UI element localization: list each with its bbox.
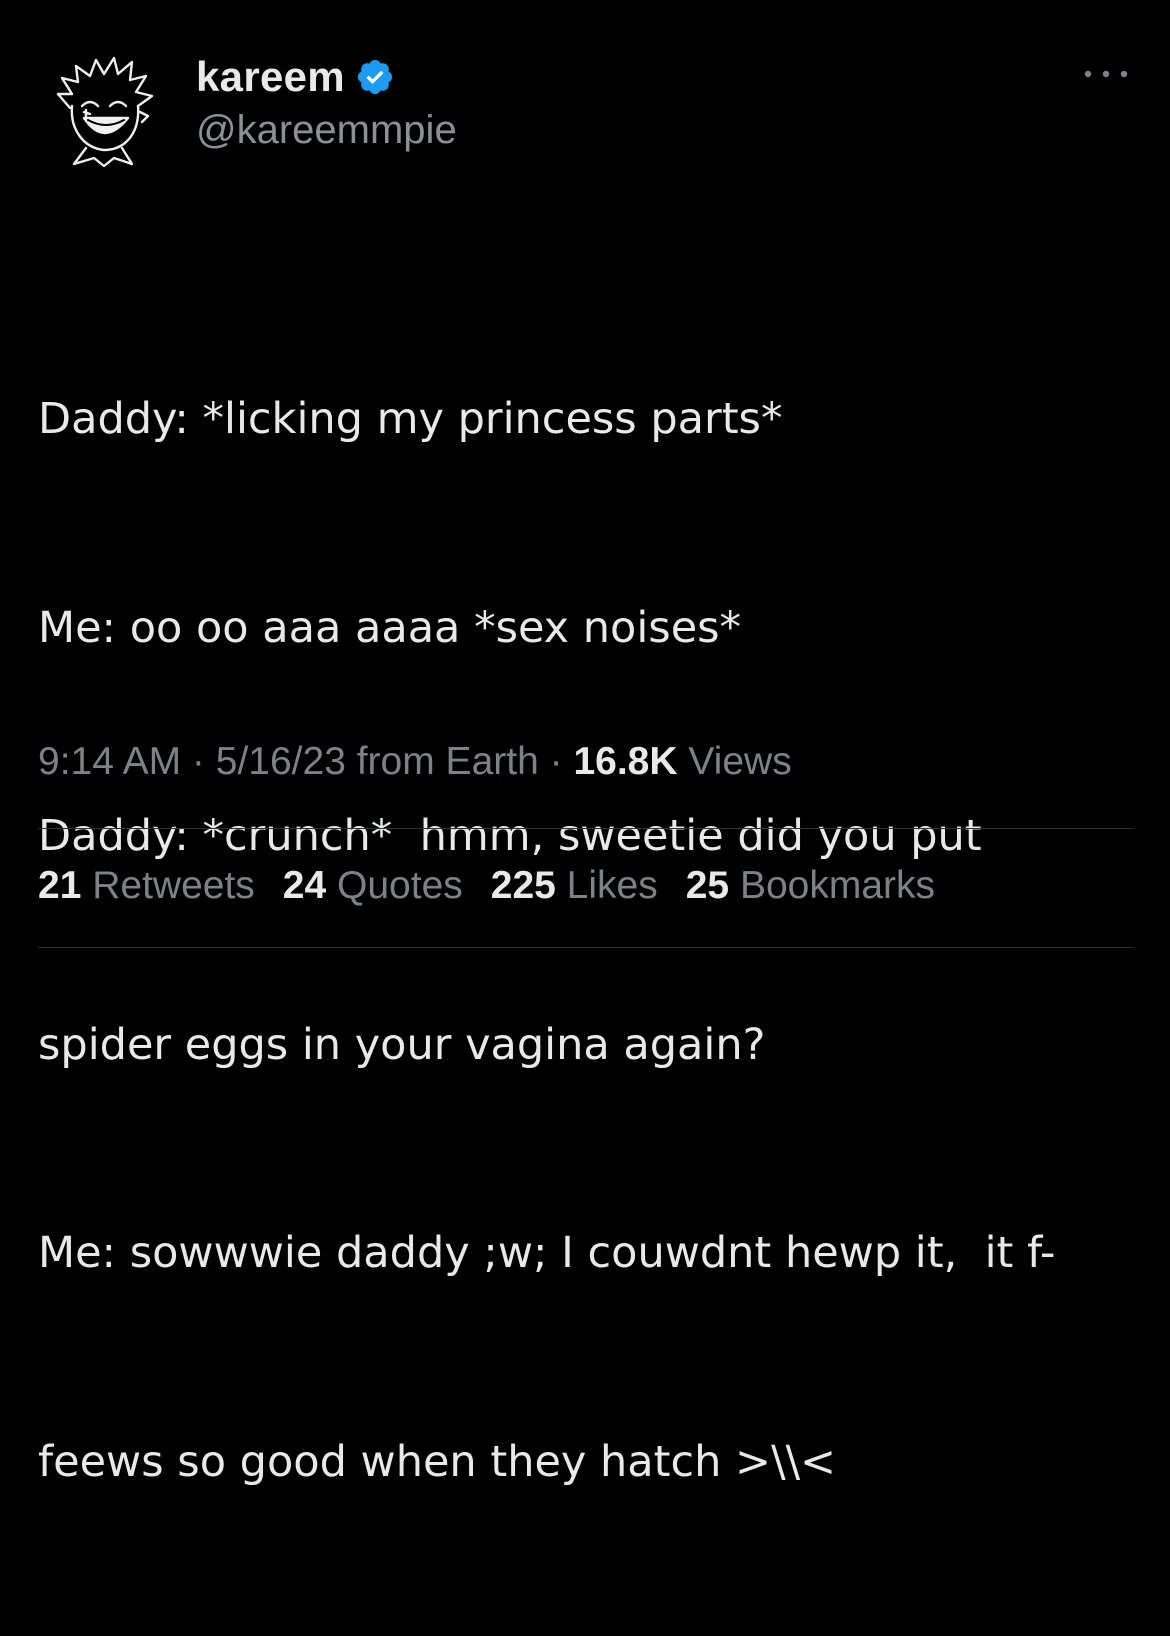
likes-count: 225 [490,864,556,907]
tweet-meta: 9:14 AM · 5/16/23 from Earth · 16.8K Vie… [38,740,792,784]
bookmarks-count: 25 [685,864,730,907]
tweet-text: Daddy: *licking my princess parts* Me: o… [38,246,1138,1636]
bookmarks-label: Bookmarks [729,864,936,907]
display-name-row: kareem [196,52,457,102]
handle[interactable]: @kareemmpie [196,108,457,153]
engagement-stats: 21 Retweets 24 Quotes 225 Likes 25 Bookm… [38,864,963,908]
tweet-line: Me: sowwwie daddy ;w; I couwdnt hewp it,… [38,1228,1056,1278]
likes-stat[interactable]: 225 Likes [491,864,658,908]
author-block: kareem @kareemmpie [196,52,457,153]
divider [38,947,1134,948]
tweet-line: Daddy: *crunch* hmm, sweetie did you put [38,811,982,861]
quotes-count: 24 [282,864,327,907]
quotes-label: Quotes [326,864,463,907]
tweet-time[interactable]: 9:14 AM [38,740,181,783]
divider [38,828,1134,829]
retweets-stat[interactable]: 21 Retweets [38,864,255,908]
tweet-line: Daddy: *licking my princess parts* [38,394,783,444]
views-label: Views [677,740,792,783]
meta-separator: · [538,740,574,783]
tweet-line: feews so good when they hatch >\\< [38,1436,837,1487]
retweets-count: 21 [38,864,82,907]
avatar[interactable] [48,50,160,168]
bookmarks-stat[interactable]: 25 Bookmarks [686,864,935,908]
tweet-location: from Earth [345,740,539,783]
more-options-icon[interactable] [1080,62,1132,86]
tweet-card: kareem @kareemmpie Daddy: *licking my pr… [0,0,1170,1487]
likes-label: Likes [555,864,658,907]
verified-badge-icon [357,59,393,95]
tweet-line: Me: oo oo aaa aaaa *sex noises* [38,602,742,653]
quotes-stat[interactable]: 24 Quotes [283,864,463,908]
views-count: 16.8K [573,740,678,783]
tweet-line: spider eggs in your vagina again? [38,1019,766,1070]
tweet-date[interactable]: 5/16/23 [216,740,346,783]
retweets-label: Retweets [81,864,255,907]
meta-separator: · [181,740,216,783]
display-name[interactable]: kareem [196,53,345,101]
